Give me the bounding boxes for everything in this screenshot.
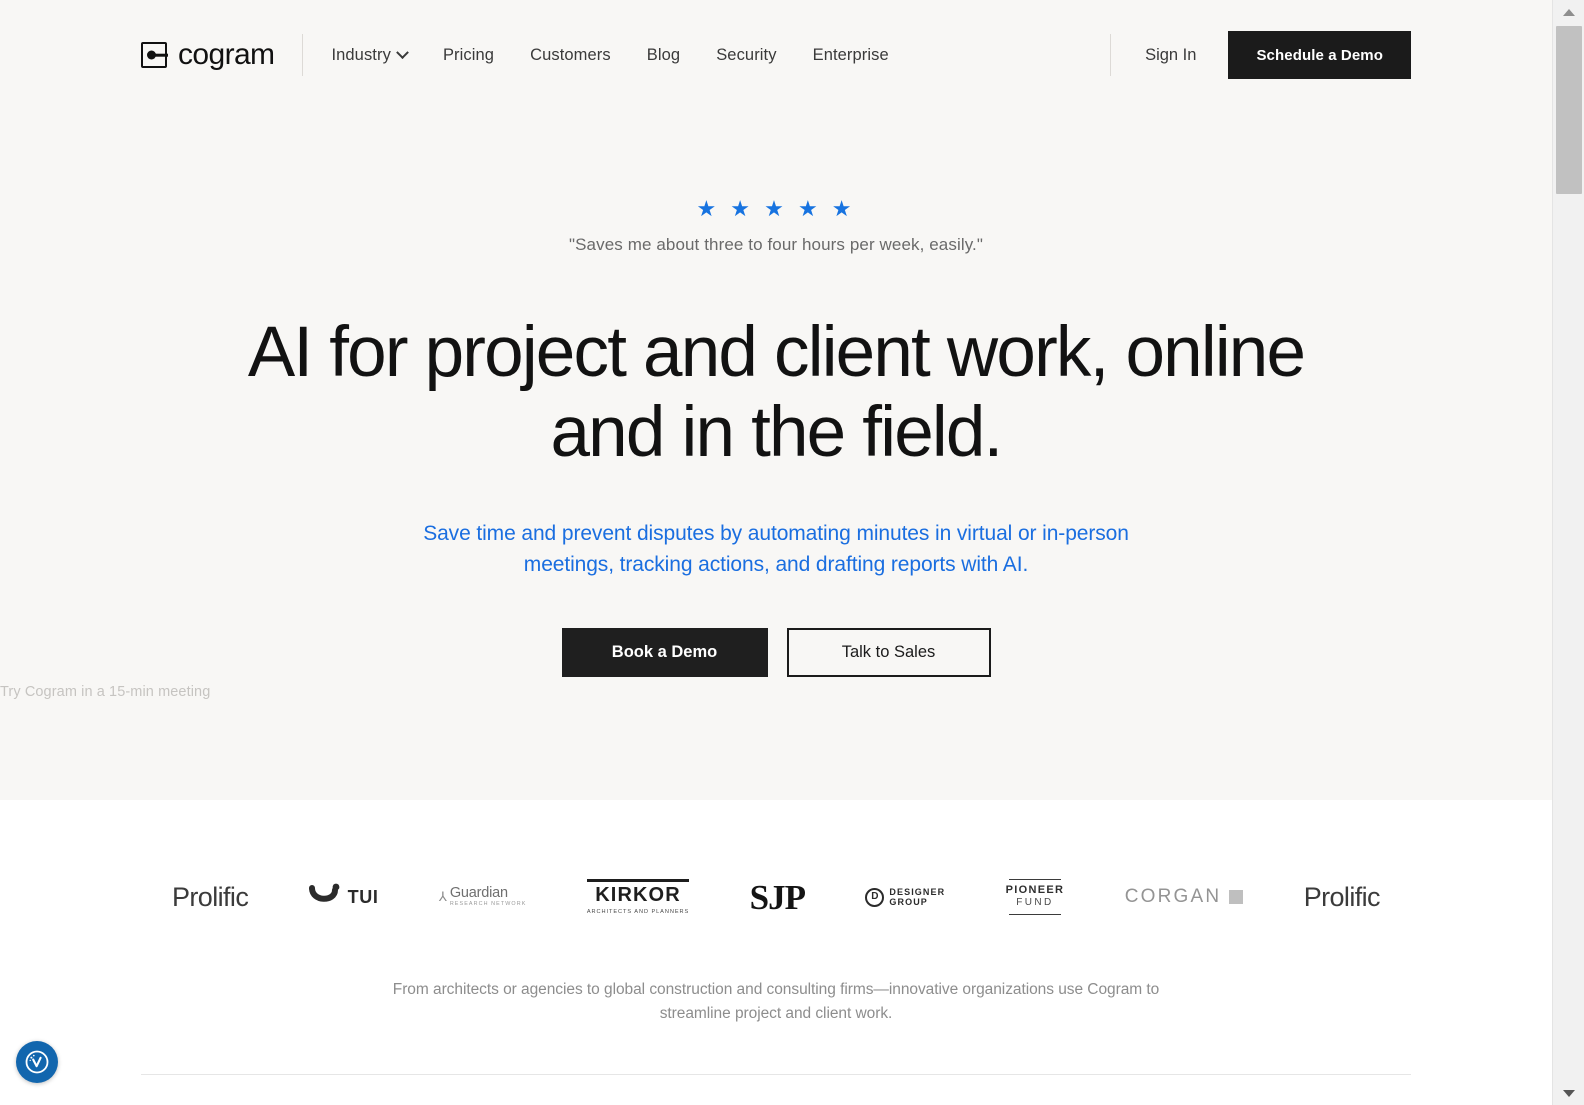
nav-item-security[interactable]: Security — [716, 46, 776, 65]
nav-item-pricing-label: Pricing — [442, 45, 495, 64]
nav-links: Industry Pricing Customers Blog Security… — [331, 46, 888, 65]
guardian-text-stack: Guardian RESEARCH NETWORK — [449, 884, 527, 908]
chevron-up-icon — [1563, 8, 1575, 16]
nav-item-enterprise-label: Enterprise — [812, 45, 889, 64]
logo-kirkor: KIRKOR ARCHITECTS AND PLANNERS — [586, 879, 690, 915]
logo-prolific-2-text: Prolific — [1303, 881, 1381, 912]
logo-designer-group-sub: GROUP — [889, 897, 928, 907]
kirkor-stack: KIRKOR ARCHITECTS AND PLANNERS — [586, 879, 690, 915]
cta-note: Try Cogram in a 15-min meeting — [0, 683, 211, 700]
logo-sjp: SJP — [749, 877, 806, 917]
logo-prolific-2: Prolific — [1303, 881, 1381, 913]
main-navigation: cogram Industry Pricing Customers Blog S… — [0, 0, 1552, 110]
logo-designer-group: D DESIGNER GROUP — [865, 887, 945, 908]
logo-guardian-text: Guardian — [449, 884, 508, 901]
customer-logos-section: Prolific TUI ⅄ Guardian RESEARCH NETWORK — [0, 800, 1552, 1076]
logo-pioneer-fund-text: PIONEER — [1005, 884, 1065, 897]
hero-subheading: Save time and prevent disputes by automa… — [423, 522, 1129, 576]
cogram-logo-icon — [141, 42, 167, 68]
hero-quote: "Saves me about three to four hours per … — [568, 235, 984, 254]
scrollbar-down-arrow[interactable] — [1553, 1081, 1584, 1105]
nav-divider — [302, 34, 304, 76]
nav-item-enterprise[interactable]: Enterprise — [813, 46, 889, 65]
logo-guardian: ⅄ Guardian RESEARCH NETWORK — [438, 884, 527, 908]
nav-item-pricing[interactable]: Pricing — [443, 46, 494, 65]
logo-kirkor-sub: ARCHITECTS AND PLANNERS — [586, 909, 690, 915]
logo-guardian-sub: RESEARCH NETWORK — [449, 901, 527, 908]
scrollbar-thumb[interactable] — [1556, 26, 1582, 194]
logo-prolific-text: Prolific — [172, 881, 249, 912]
brand-name: cogram — [178, 38, 275, 71]
accessibility-widget-button[interactable] — [16, 1041, 58, 1083]
designer-group-mark-icon: D — [865, 887, 885, 907]
corgan-square-icon — [1229, 890, 1244, 904]
sign-in-link[interactable]: Sign In — [1145, 46, 1196, 65]
pioneer-rule-top — [1008, 878, 1061, 881]
chevron-down-icon — [1563, 1089, 1575, 1097]
scrollbar-up-arrow[interactable] — [1553, 0, 1584, 24]
book-a-demo-button[interactable]: Book a Demo — [561, 627, 768, 677]
pioneer-rule-bottom — [1008, 913, 1061, 916]
logo-designer-group-text: DESIGNER — [889, 886, 946, 897]
logos-caption: From architects or agencies to global co… — [392, 981, 1160, 1023]
logo-prolific: Prolific — [172, 881, 249, 913]
page-viewport: cogram Industry Pricing Customers Blog S… — [0, 0, 1552, 1105]
hero-section: cogram Industry Pricing Customers Blog S… — [0, 0, 1552, 800]
page-title: AI for project and client work, online a… — [247, 313, 1306, 473]
page-scrollbar[interactable] — [1552, 0, 1584, 1105]
logo-kirkor-text: KIRKOR — [595, 884, 681, 906]
hero-cta-row: Book a Demo Talk to Sales Try Cogram in … — [0, 627, 1552, 700]
nav-item-industry-label: Industry — [331, 45, 391, 64]
logo-tui-text: TUI — [347, 886, 379, 907]
brand-logo[interactable]: cogram — [141, 38, 275, 72]
logo-corgan-text: CORGAN — [1124, 886, 1222, 907]
logo-pioneer-fund-sub: FUND — [1016, 897, 1054, 909]
accessibility-icon — [25, 1050, 49, 1074]
nav-divider-right — [1110, 34, 1112, 76]
nav-item-blog[interactable]: Blog — [647, 46, 680, 65]
kirkor-rule — [586, 879, 690, 882]
nav-item-blog-label: Blog — [646, 45, 681, 64]
nav-item-security-label: Security — [716, 45, 777, 64]
pioneer-fund-stack: PIONEER FUND — [1005, 878, 1065, 916]
designer-group-text-stack: DESIGNER GROUP — [889, 887, 945, 908]
talk-to-sales-button[interactable]: Talk to Sales — [786, 627, 991, 677]
nav-item-industry[interactable]: Industry — [331, 45, 409, 65]
logo-strip: Prolific TUI ⅄ Guardian RESEARCH NETWORK — [0, 862, 1552, 932]
nav-right-actions: Sign In Schedule a Demo — [1110, 31, 1411, 79]
section-divider — [141, 1074, 1411, 1076]
nav-item-customers[interactable]: Customers — [530, 46, 611, 65]
hero-content: ★ ★ ★ ★ ★ "Saves me about three to four … — [0, 110, 1552, 700]
logo-sjp-text: SJP — [749, 877, 806, 917]
star-rating-icon: ★ ★ ★ ★ ★ — [696, 196, 856, 221]
logo-tui: TUI — [308, 883, 379, 912]
schedule-demo-button[interactable]: Schedule a Demo — [1228, 31, 1411, 79]
guardian-mark-icon: ⅄ — [438, 889, 447, 905]
logo-pioneer-fund: PIONEER FUND — [1005, 878, 1065, 916]
tui-smile-icon — [308, 883, 341, 912]
logo-corgan: CORGAN — [1125, 886, 1244, 908]
nav-item-customers-label: Customers — [530, 45, 611, 64]
chevron-down-icon — [396, 45, 409, 59]
